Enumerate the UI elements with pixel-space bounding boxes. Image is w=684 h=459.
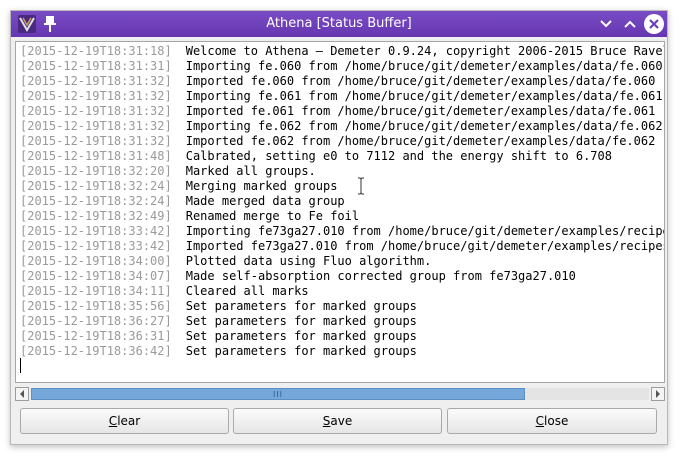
text-caret: [20, 358, 21, 373]
status-log: [2015-12-19T18:31:18] Welcome to Athena –…: [20, 44, 665, 359]
log-message: Imported fe.060 from /home/bruce/git/dem…: [185, 74, 656, 88]
log-line: [2015-12-19T18:34:00] Plotted data using …: [20, 254, 664, 269]
clear-mnemonic: C: [108, 414, 118, 428]
log-timestamp: [2015-12-19T18:32:20]: [20, 164, 172, 178]
log-message: Importing fe.062 from /home/bruce/git/de…: [185, 119, 663, 133]
log-line: [2015-12-19T18:33:42] Importing fe73ga27.…: [20, 224, 665, 239]
scroll-left-icon: [20, 390, 24, 398]
minimize-button[interactable]: [596, 14, 616, 34]
log-timestamp: [2015-12-19T18:31:32]: [20, 134, 172, 148]
log-message: Set parameters for marked groups: [185, 329, 417, 343]
log-line: [2015-12-19T18:33:42] Imported fe73ga27.0…: [20, 239, 665, 254]
log-line: [2015-12-19T18:32:24] Merging marked grou…: [20, 179, 664, 194]
log-message: Marked all groups.: [185, 164, 316, 178]
log-message: Set parameters for marked groups: [185, 314, 417, 328]
log-timestamp: [2015-12-19T18:32:49]: [20, 209, 172, 223]
maximize-icon: [624, 20, 636, 28]
log-message: Importing fe73ga27.010 from /home/bruce/…: [185, 224, 665, 238]
log-line: [2015-12-19T18:32:49] Renamed merge to Fe…: [20, 209, 664, 224]
log-message: Plotted data using Fluo algorithm.: [185, 254, 432, 268]
log-line: [2015-12-19T18:31:18] Welcome to Athena –…: [20, 44, 665, 59]
log-message: Imported fe.061 from /home/bruce/git/dem…: [185, 104, 656, 118]
close-button[interactable]: Close: [447, 408, 657, 434]
log-timestamp: [2015-12-19T18:32:24]: [20, 194, 172, 208]
maximize-button[interactable]: [620, 14, 640, 34]
log-timestamp: [2015-12-19T18:34:11]: [20, 284, 172, 298]
titlebar[interactable]: Athena [Status Buffer]: [11, 11, 667, 37]
log-line: [2015-12-19T18:31:32] Importing fe.061 fr…: [20, 89, 664, 104]
log-message: Importing fe.061 from /home/bruce/git/de…: [185, 89, 663, 103]
log-message: Imported fe73ga27.010 from /home/bruce/g…: [185, 239, 665, 253]
close-window-button[interactable]: [644, 14, 664, 34]
clear-button[interactable]: Clear: [20, 408, 229, 434]
scroll-thumb[interactable]: III: [31, 388, 525, 400]
scroll-track[interactable]: III: [31, 388, 649, 400]
log-message: Made self-absorption corrected group fro…: [185, 269, 576, 283]
log-timestamp: [2015-12-19T18:31:18]: [20, 44, 172, 58]
save-label: ave: [330, 414, 353, 428]
minimize-icon: [600, 20, 612, 28]
log-line: [2015-12-19T18:36:31] Set parameters for …: [20, 329, 664, 344]
close-label: lose: [544, 414, 569, 428]
text-cursor-icon: [358, 177, 364, 195]
log-line: [2015-12-19T18:36:27] Set parameters for …: [20, 314, 664, 329]
window-title: Athena [Status Buffer]: [266, 16, 412, 31]
log-line: [2015-12-19T18:31:32] Imported fe.060 fro…: [20, 74, 664, 89]
log-timestamp: [2015-12-19T18:34:00]: [20, 254, 172, 268]
log-line: [2015-12-19T18:36:42] Set parameters for …: [20, 344, 664, 359]
log-line: [2015-12-19T18:34:07] Made self-absorptio…: [20, 269, 664, 284]
log-line: [2015-12-19T18:34:11] Cleared all marks: [20, 284, 664, 299]
log-message: Imported fe.062 from /home/bruce/git/dem…: [185, 134, 656, 148]
log-line: [2015-12-19T18:31:31] Importing fe.060 fr…: [20, 59, 664, 74]
log-message: Made merged data group: [185, 194, 345, 208]
scroll-right-icon: [656, 390, 660, 398]
log-message: Set parameters for marked groups: [185, 344, 417, 358]
log-message: Renamed merge to Fe foil: [185, 209, 360, 223]
log-timestamp: [2015-12-19T18:31:32]: [20, 104, 172, 118]
log-message: Importing fe.060 from /home/bruce/git/de…: [185, 59, 663, 73]
log-timestamp: [2015-12-19T18:31:32]: [20, 89, 172, 103]
log-line: [2015-12-19T18:31:48] Calbrated, setting …: [20, 149, 664, 164]
log-line: [2015-12-19T18:35:56] Set parameters for …: [20, 299, 664, 314]
log-message: Cleared all marks: [185, 284, 309, 298]
log-timestamp: [2015-12-19T18:36:42]: [20, 344, 172, 358]
log-timestamp: [2015-12-19T18:33:42]: [20, 239, 172, 253]
log-message: Set parameters for marked groups: [185, 299, 417, 313]
log-timestamp: [2015-12-19T18:31:32]: [20, 119, 172, 133]
log-message: Merging marked groups: [185, 179, 338, 193]
log-line: [2015-12-19T18:31:32] Imported fe.062 fro…: [20, 134, 664, 149]
log-timestamp: [2015-12-19T18:36:31]: [20, 329, 172, 343]
log-timestamp: [2015-12-19T18:34:07]: [20, 269, 172, 283]
log-timestamp: [2015-12-19T18:31:31]: [20, 59, 172, 73]
horizontal-scrollbar[interactable]: III: [15, 387, 665, 403]
scroll-left-button[interactable]: [15, 387, 29, 401]
log-message: Calbrated, setting e0 to 7112 and the en…: [185, 149, 612, 163]
log-line: [2015-12-19T18:31:32] Imported fe.061 fro…: [20, 104, 664, 119]
log-timestamp: [2015-12-19T18:31:32]: [20, 74, 172, 88]
status-log-textarea[interactable]: [2015-12-19T18:31:18] Welcome to Athena –…: [15, 41, 665, 383]
close-mnemonic: C: [535, 414, 545, 428]
log-line: [2015-12-19T18:32:24] Made merged data gr…: [20, 194, 664, 209]
log-line: [2015-12-19T18:31:32] Importing fe.062 fr…: [20, 119, 664, 134]
log-timestamp: [2015-12-19T18:33:42]: [20, 224, 172, 238]
log-timestamp: [2015-12-19T18:35:56]: [20, 299, 172, 313]
log-line: [2015-12-19T18:32:20] Marked all groups.: [20, 164, 664, 179]
log-timestamp: [2015-12-19T18:31:48]: [20, 149, 172, 163]
close-icon: [649, 19, 659, 29]
save-button[interactable]: Save: [233, 408, 442, 434]
log-timestamp: [2015-12-19T18:32:24]: [20, 179, 172, 193]
status-buffer-window: Athena [Status Buffer] [2015-12-19T18:31…: [10, 10, 668, 445]
scroll-right-button[interactable]: [651, 387, 665, 401]
clear-label: lear: [117, 414, 141, 428]
log-timestamp: [2015-12-19T18:36:27]: [20, 314, 172, 328]
log-message: Welcome to Athena – Demeter 0.9.24, copy…: [185, 44, 665, 58]
